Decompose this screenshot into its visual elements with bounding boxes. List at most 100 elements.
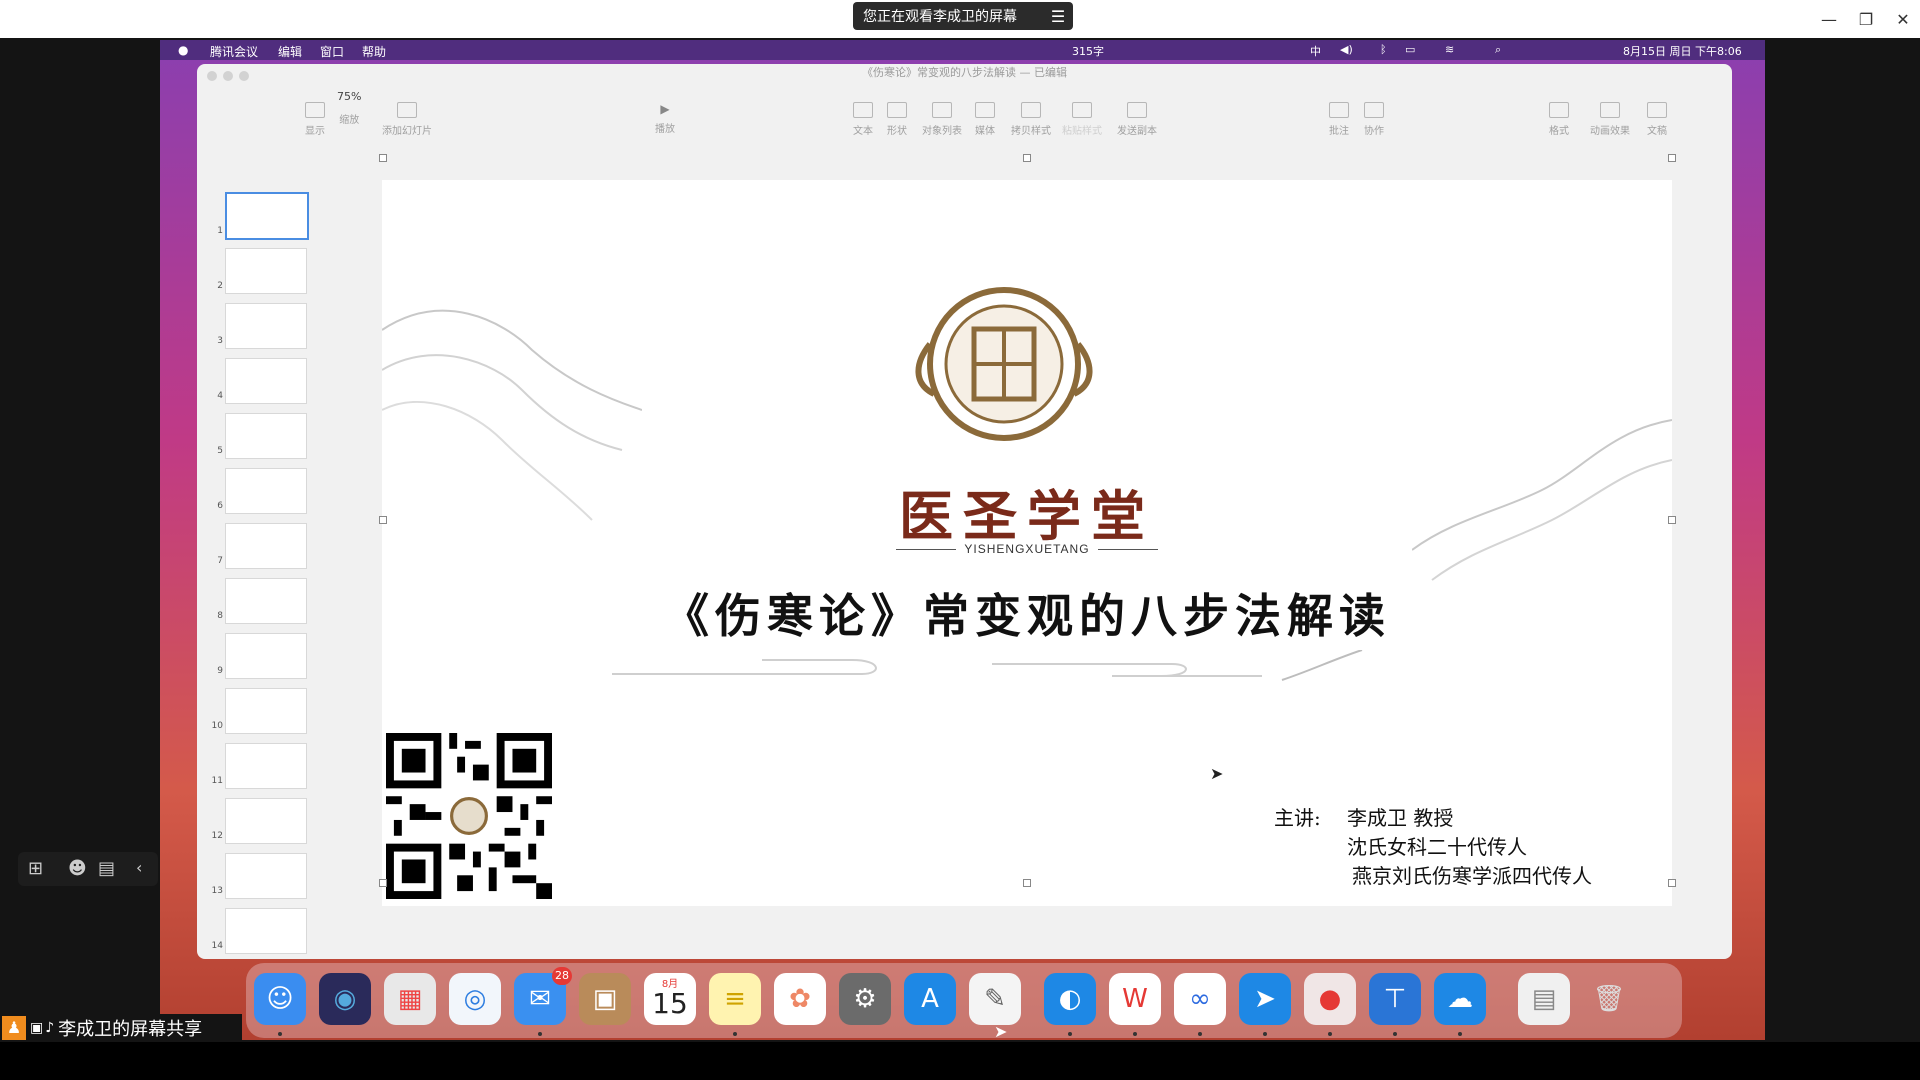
restore-icon[interactable]: ❐ <box>1854 8 1878 32</box>
screen-share-banner[interactable]: 您正在观看李成卫的屏幕 ☰ <box>853 2 1073 30</box>
slide-thumbnail[interactable] <box>225 798 307 844</box>
menu-item-help[interactable]: 帮助 <box>362 43 386 60</box>
wps-icon[interactable]: W <box>1109 973 1161 1025</box>
slide-thumbnail[interactable] <box>225 468 307 514</box>
selection-handle[interactable] <box>1668 516 1676 524</box>
running-indicator <box>1133 1032 1137 1036</box>
apple-icon[interactable]: ● <box>178 43 188 57</box>
slide-thumbnail[interactable] <box>225 523 307 569</box>
grid-view-icon[interactable]: ⊞ <box>28 858 43 879</box>
document-button[interactable]: 文稿 <box>1647 102 1667 137</box>
slide-thumbnail[interactable] <box>225 908 307 954</box>
system-preferences-icon[interactable]: ⚙ <box>839 973 891 1025</box>
menu-item-tencent-meeting[interactable]: 腾讯会议 <box>210 43 258 60</box>
slide-thumbnail[interactable] <box>225 633 307 679</box>
volume-icon[interactable]: ◀) <box>1340 43 1353 56</box>
slide-number: 14 <box>211 941 223 951</box>
animate-icon <box>1600 102 1620 118</box>
slide-thumbnail[interactable] <box>225 853 307 899</box>
zoom-menu[interactable]: 75% 缩放 <box>337 90 361 126</box>
qr-code-icon <box>386 733 552 899</box>
running-indicator <box>1328 1032 1332 1036</box>
slide-thumbnail[interactable] <box>225 578 307 624</box>
media-icon <box>975 102 995 118</box>
collapse-icon[interactable]: ‹ <box>136 858 142 877</box>
play-button[interactable]: ▶ 播放 <box>655 102 675 135</box>
collaborate-button[interactable]: 协作 <box>1364 102 1384 137</box>
table-button[interactable]: 对象列表 <box>922 102 962 137</box>
lark-icon[interactable]: ☁ <box>1434 973 1486 1025</box>
screen-share-banner-text: 您正在观看李成卫的屏幕 <box>863 9 1017 25</box>
slide-navigator[interactable]: 1 2 3 4 5 6 7 8 9 10 11 12 13 14 15 <box>205 130 320 955</box>
shared-screen-margin-left <box>0 40 160 1040</box>
slide-thumbnail[interactable] <box>225 303 307 349</box>
format-button[interactable]: 格式 <box>1549 102 1569 137</box>
slide-thumbnail[interactable] <box>225 413 307 459</box>
selection-handle[interactable] <box>1023 879 1031 887</box>
app-store-icon[interactable]: A <box>904 973 956 1025</box>
menubar-clock[interactable]: 8月15日 周日 下午8:06 <box>1623 43 1742 59</box>
qr-pattern <box>386 733 552 899</box>
text-button[interactable]: 文本 <box>853 102 873 137</box>
selection-handle[interactable] <box>379 879 387 887</box>
shape-button[interactable]: 形状 <box>887 102 907 137</box>
shared-screen-margin-right <box>1765 40 1920 1040</box>
minimize-icon[interactable]: — <box>1817 8 1841 32</box>
menu-item-window[interactable]: 窗口 <box>320 43 344 60</box>
menu-icon[interactable]: ☰ <box>1043 7 1073 26</box>
send-copy-button[interactable]: 发送副本 <box>1117 102 1157 137</box>
launchpad-icon[interactable]: ▦ <box>384 973 436 1025</box>
finder-icon[interactable]: ☺ <box>254 973 306 1025</box>
wave-decoration <box>612 650 1363 681</box>
slide-thumbnail[interactable] <box>225 358 307 404</box>
menu-item-edit[interactable]: 编辑 <box>278 43 302 60</box>
comment-button[interactable]: 批注 <box>1329 102 1349 137</box>
table-icon <box>932 102 952 118</box>
user-icon: ♟ <box>2 1016 26 1040</box>
wifi-icon[interactable]: ≋ <box>1445 43 1454 56</box>
bluetooth-icon[interactable]: ᛒ <box>1380 43 1387 56</box>
slide-thumbnail[interactable] <box>225 688 307 734</box>
speaker-title-1: 沈氏女科二十代传人 <box>1347 835 1527 859</box>
mac-menu-bar: ● 腾讯会议 编辑 窗口 帮助 315字 中 ◀) ᛒ ▭ ≋ ⌕ 8月15日 … <box>160 40 1765 60</box>
mail-badge: 28 <box>552 967 572 985</box>
feishu-icon[interactable]: ➤ <box>1239 973 1291 1025</box>
add-slide-button[interactable]: 添加幻灯片 <box>382 102 432 137</box>
chat-icon[interactable]: ▤ <box>98 858 115 879</box>
slide-thumbnail[interactable] <box>225 192 309 240</box>
safari-icon[interactable]: ◎ <box>449 973 501 1025</box>
calendar-icon[interactable]: 8月 15 <box>644 973 696 1025</box>
slide-canvas[interactable]: 医圣学堂 YISHENGXUETANG 《伤寒论》常变观的八步法解读 主讲: 李… <box>382 180 1672 906</box>
trash-icon[interactable]: 🗑 <box>1583 973 1635 1025</box>
tencent-meeting-icon[interactable]: ◐ <box>1044 973 1096 1025</box>
slide-thumbnail[interactable] <box>225 743 307 789</box>
photos-icon[interactable]: ✿ <box>774 973 826 1025</box>
screen-icon: ▣ <box>30 1020 44 1036</box>
preview-icon[interactable]: ▤ <box>1518 973 1570 1025</box>
contacts-icon[interactable]: ▣ <box>579 973 631 1025</box>
animate-button[interactable]: 动画效果 <box>1590 102 1630 137</box>
keynote-icon[interactable]: ⊤ <box>1369 973 1421 1025</box>
brand-name: 医圣学堂 <box>899 484 1155 548</box>
running-indicator <box>1393 1032 1397 1036</box>
emoji-icon[interactable]: ☻ <box>68 858 87 879</box>
search-icon[interactable]: ⌕ <box>1495 43 1501 57</box>
slide-thumbnail[interactable] <box>225 248 307 294</box>
siri-icon[interactable]: ◉ <box>319 973 371 1025</box>
paste-style-button[interactable]: 粘贴样式 <box>1062 102 1102 137</box>
meeting-float-toolbar: ⊞ ☻ ▤ ‹ <box>18 852 158 886</box>
copy-style-button[interactable]: 拷贝样式 <box>1011 102 1051 137</box>
selection-handle[interactable] <box>379 516 387 524</box>
selection-handle[interactable] <box>1023 154 1031 162</box>
notes-icon[interactable]: ≡ <box>709 973 761 1025</box>
status-input-method[interactable]: 中 <box>1310 43 1321 59</box>
voice-memos-icon[interactable]: ● <box>1304 973 1356 1025</box>
baidu-netdisk-icon[interactable]: ∞ <box>1174 973 1226 1025</box>
close-icon[interactable]: ✕ <box>1891 8 1915 32</box>
selection-handle[interactable] <box>1668 879 1676 887</box>
textedit-icon[interactable]: ✎ <box>969 973 1021 1025</box>
seal-logo-icon <box>915 287 1093 441</box>
selection-handle[interactable] <box>379 154 387 162</box>
selection-handle[interactable] <box>1668 154 1676 162</box>
media-button[interactable]: 媒体 <box>975 102 995 137</box>
